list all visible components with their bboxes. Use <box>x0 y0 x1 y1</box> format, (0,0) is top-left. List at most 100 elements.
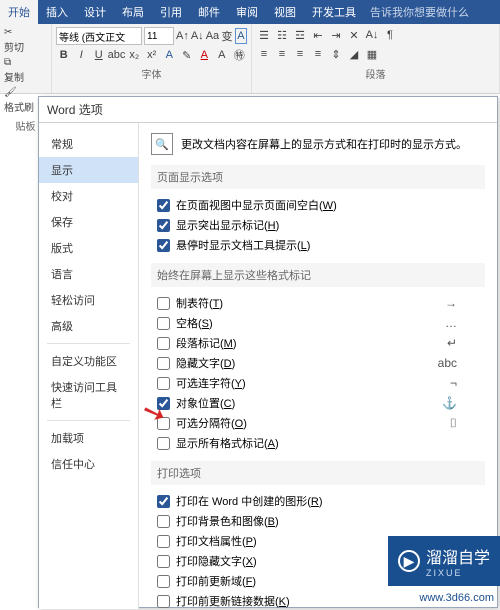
pageopt-label-1: 显示突出显示标记(H) <box>176 217 279 233</box>
multilevel-icon[interactable]: ☲ <box>292 27 308 43</box>
font-color-icon[interactable]: A <box>197 47 213 63</box>
superscript-icon[interactable]: x² <box>144 47 160 63</box>
subscript-icon[interactable]: x₂ <box>127 47 143 63</box>
sidebar-item-display[interactable]: 显示 <box>39 157 138 183</box>
content-intro: 更改文档内容在屏幕上的显示方式和在打印时的显示方式。 <box>181 136 467 152</box>
tab-references[interactable]: 引用 <box>152 0 190 24</box>
phonetic-icon[interactable]: 变 <box>221 28 233 44</box>
sidebar-item-language[interactable]: 语言 <box>39 261 138 287</box>
align-left-icon[interactable]: ≡ <box>256 46 272 62</box>
highlight-icon[interactable]: ✎ <box>179 47 195 63</box>
printopt-label-5: 打印前更新链接数据(K) <box>176 593 290 609</box>
text-effects-icon[interactable]: A <box>162 47 178 63</box>
options-sidebar: 常规 显示 校对 保存 版式 语言 轻松访问 高级 自定义功能区 快速访问工具栏… <box>39 123 139 609</box>
sidebar-item-save[interactable]: 保存 <box>39 209 138 235</box>
tell-me[interactable]: 告诉我你想要做什么 <box>364 4 475 20</box>
sidebar-item-general[interactable]: 常规 <box>39 131 138 157</box>
option-row: 隐藏文字(D)abc <box>151 353 485 373</box>
options-dialog: Word 选项 常规 显示 校对 保存 版式 语言 轻松访问 高级 自定义功能区… <box>38 96 498 608</box>
printopt-label-0: 打印在 Word 中创建的图形(R) <box>176 493 322 509</box>
markopt-label-2: 段落标记(M) <box>176 335 237 351</box>
show-marks-icon[interactable]: ¶ <box>382 27 398 43</box>
sort-icon[interactable]: A↓ <box>364 27 380 43</box>
tab-home[interactable]: 开始 <box>0 0 38 24</box>
printopt-label-1: 打印背景色和图像(B) <box>176 513 279 529</box>
option-row: 对象位置(C)⚓ <box>151 393 485 413</box>
option-row: 可选分隔符(O)⌷ <box>151 413 485 433</box>
tab-layout[interactable]: 布局 <box>114 0 152 24</box>
increase-font-icon[interactable]: A↑ <box>176 28 189 44</box>
tab-design[interactable]: 设计 <box>76 0 114 24</box>
sidebar-item-typography[interactable]: 版式 <box>39 235 138 261</box>
sidebar-item-addins[interactable]: 加载项 <box>39 425 138 451</box>
page-icon: 🔍 <box>151 133 173 155</box>
markopt-label-0: 制表符(T) <box>176 295 223 311</box>
markopt-label-1: 空格(S) <box>176 315 213 331</box>
font-name-input[interactable] <box>56 27 142 45</box>
cut-button[interactable]: ✂ 剪切 <box>4 26 47 56</box>
option-row: 空格(S)… <box>151 313 485 333</box>
align-center-icon[interactable]: ≡ <box>274 46 290 62</box>
bullets-icon[interactable]: ☰ <box>256 27 272 43</box>
option-row: 段落标记(M) ↵ <box>151 333 485 353</box>
markopt-checkbox-3[interactable] <box>157 357 170 370</box>
pageopt-checkbox-2[interactable] <box>157 239 170 252</box>
markopt-label-6: 可选分隔符(O) <box>176 415 247 431</box>
printopt-checkbox-1[interactable] <box>157 515 170 528</box>
sidebar-item-trust[interactable]: 信任中心 <box>39 451 138 477</box>
align-right-icon[interactable]: ≡ <box>292 46 308 62</box>
printopt-checkbox-5[interactable] <box>157 595 170 608</box>
paragraph-group: ☰ ☷ ☲ ⇤ ⇥ ✕ A↓ ¶ ≡ ≡ ≡ ≡ ⇕ ◢ ▦ 段落 <box>252 24 500 93</box>
option-row: 可选连字符(Y)¬ <box>151 373 485 393</box>
watermark-sub: ZIXUE <box>426 568 490 578</box>
char-shading-icon[interactable]: A <box>214 47 230 63</box>
printopt-checkbox-2[interactable] <box>157 535 170 548</box>
sidebar-item-advanced[interactable]: 高级 <box>39 313 138 339</box>
watermark-logo-icon: ▶ <box>398 550 420 572</box>
strike-icon[interactable]: abc <box>109 47 125 63</box>
tab-view[interactable]: 视图 <box>266 0 304 24</box>
option-row: 制表符(T)→ <box>151 293 485 313</box>
line-spacing-icon[interactable]: ⇕ <box>328 46 344 62</box>
italic-icon[interactable]: I <box>74 47 90 63</box>
char-border-icon[interactable]: A <box>235 28 247 44</box>
markopt-checkbox-2[interactable] <box>157 337 170 350</box>
sidebar-item-ease[interactable]: 轻松访问 <box>39 287 138 313</box>
tab-developer[interactable]: 开发工具 <box>304 0 364 24</box>
sidebar-item-customize-ribbon[interactable]: 自定义功能区 <box>39 348 138 374</box>
tab-review[interactable]: 审阅 <box>228 0 266 24</box>
markopt-checkbox-0[interactable] <box>157 297 170 310</box>
increase-indent-icon[interactable]: ⇥ <box>328 27 344 43</box>
text-direction-icon[interactable]: ✕ <box>346 27 362 43</box>
section-print: 打印选项 <box>151 461 485 485</box>
tab-insert[interactable]: 插入 <box>38 0 76 24</box>
change-case-icon[interactable]: Aa <box>206 28 219 44</box>
tab-mailings[interactable]: 邮件 <box>190 0 228 24</box>
font-size-input[interactable] <box>144 27 174 45</box>
clipboard-group: ✂ 剪切 ⧉ 复制 🖌 格式刷 贴板 <box>0 24 52 93</box>
shading-icon[interactable]: ◢ <box>346 46 362 62</box>
borders-icon[interactable]: ▦ <box>364 46 380 62</box>
justify-icon[interactable]: ≡ <box>310 46 326 62</box>
pageopt-checkbox-1[interactable] <box>157 219 170 232</box>
section-format-marks: 始终在屏幕上显示这些格式标记 <box>151 263 485 287</box>
numbering-icon[interactable]: ☷ <box>274 27 290 43</box>
markopt-symbol-4: ¬ <box>450 376 457 390</box>
copy-button[interactable]: ⧉ 复制 <box>4 56 47 86</box>
underline-icon[interactable]: U <box>91 47 107 63</box>
printopt-checkbox-0[interactable] <box>157 495 170 508</box>
markopt-checkbox-7[interactable] <box>157 437 170 450</box>
markopt-checkbox-1[interactable] <box>157 317 170 330</box>
pageopt-checkbox-0[interactable] <box>157 199 170 212</box>
markopt-checkbox-4[interactable] <box>157 377 170 390</box>
sidebar-item-qat[interactable]: 快速访问工具栏 <box>39 374 138 416</box>
decrease-font-icon[interactable]: A↓ <box>191 28 204 44</box>
bold-icon[interactable]: B <box>56 47 72 63</box>
markopt-symbol-2: ↵ <box>447 336 457 350</box>
sidebar-item-proofing[interactable]: 校对 <box>39 183 138 209</box>
enclose-char-icon[interactable]: ㊕ <box>232 47 248 63</box>
watermark: ▶ 溜溜自学 ZIXUE <box>388 536 500 586</box>
decrease-indent-icon[interactable]: ⇤ <box>310 27 326 43</box>
printopt-checkbox-4[interactable] <box>157 575 170 588</box>
printopt-checkbox-3[interactable] <box>157 555 170 568</box>
